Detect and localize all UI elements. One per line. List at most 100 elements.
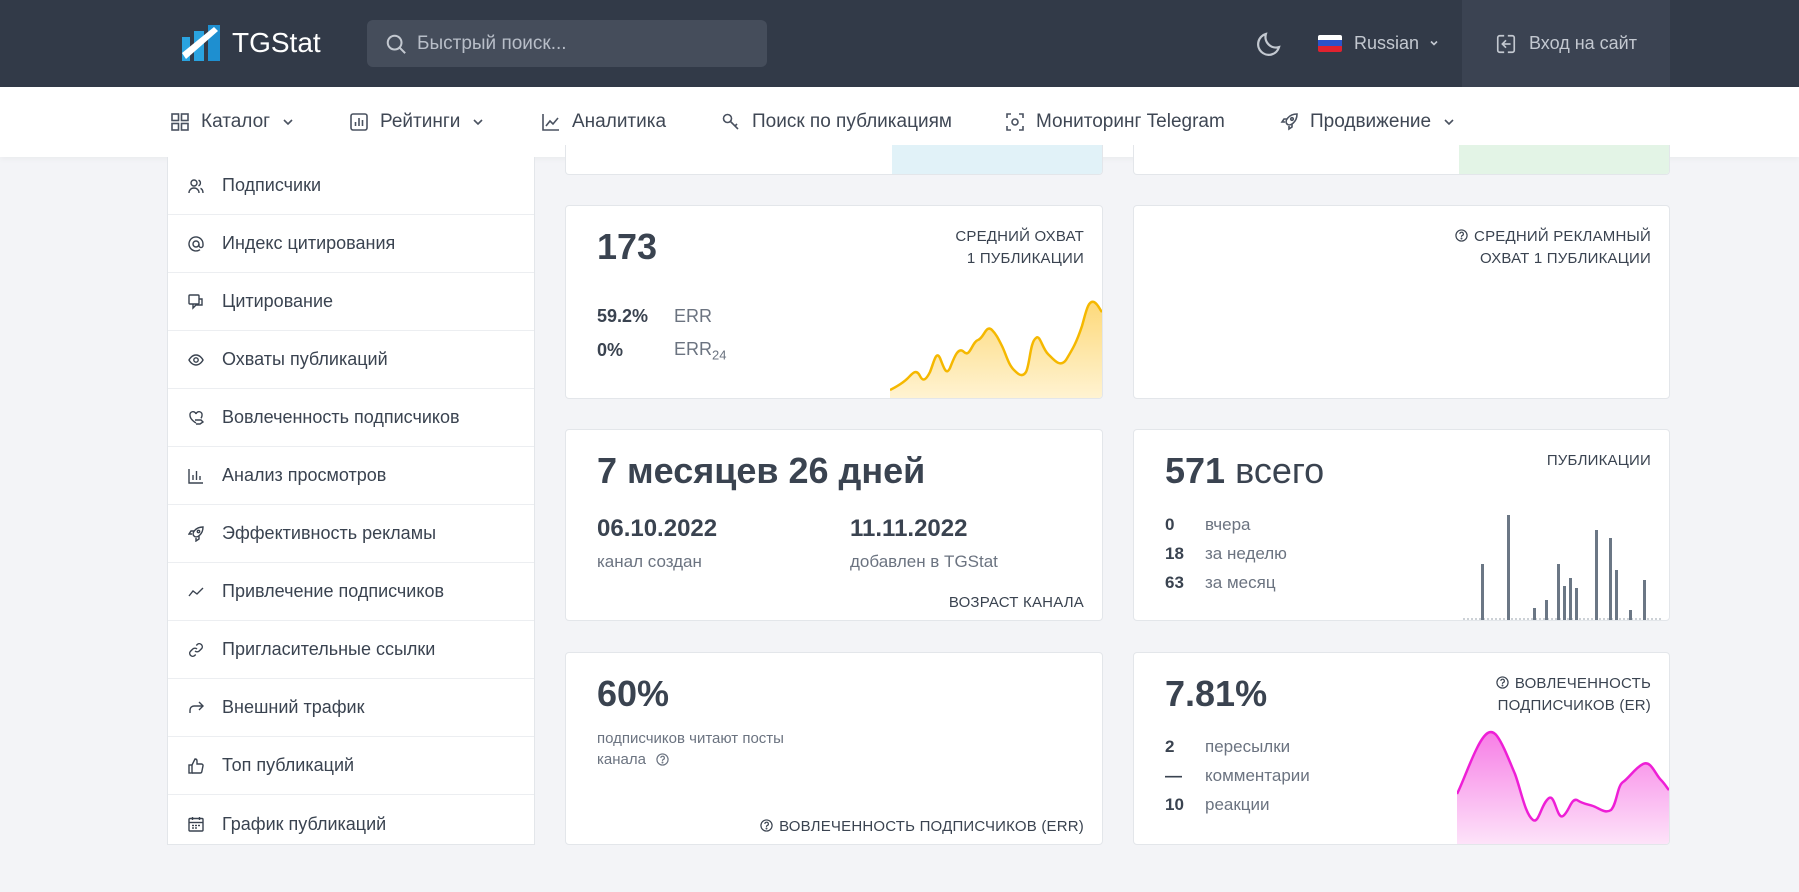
er-caption-line1-row: ВОВЛЕЧЕННОСТЬ bbox=[1496, 673, 1651, 695]
menu-label: Каталог bbox=[201, 111, 271, 132]
sidebar-item-label: Вовлеченность подписчиков bbox=[222, 407, 460, 427]
sidebar-item-subscribers[interactable]: Подписчики bbox=[168, 157, 534, 215]
card-engagement-er: 7.81% ВОВЛЕЧЕННОСТЬ ПОДПИСЧИКОВ (ER) 2 п… bbox=[1133, 652, 1670, 845]
err-value: 59.2% bbox=[597, 306, 649, 326]
moon-icon[interactable] bbox=[1254, 29, 1284, 59]
grid-icon bbox=[171, 113, 189, 131]
chart-fill-partial bbox=[892, 145, 1102, 174]
readers-text: подписчиков читают посты канала bbox=[597, 728, 784, 770]
er-value: 7.81% bbox=[1165, 673, 1268, 714]
login-button[interactable]: Вход на сайт bbox=[1462, 0, 1670, 87]
er-caption-line1: ВОВЛЕЧЕННОСТЬ bbox=[1514, 675, 1651, 692]
card-average-reach: 173 СРЕДНИЙ ОХВАТ 1 ПУБЛИКАЦИИ 59.2% ERR… bbox=[565, 205, 1103, 399]
menu-label: Мониторинг Telegram bbox=[1036, 111, 1225, 132]
added-date: 11.11.2022 bbox=[850, 515, 968, 542]
er-reactions-value: 10 bbox=[1165, 795, 1184, 814]
sidebar-item-post-reach[interactable]: Охваты публикаций bbox=[168, 331, 534, 389]
readers-value: 60% bbox=[597, 673, 670, 714]
brand-name: TGStat bbox=[232, 27, 321, 58]
posts-yesterday-label: вчера bbox=[1205, 515, 1251, 534]
language-selector[interactable]: Russian bbox=[1318, 28, 1439, 58]
er-caption: ВОВЛЕЧЕННОСТЬ ПОДПИСЧИКОВ (ER) bbox=[1496, 673, 1651, 717]
posts-total-word: всего bbox=[1235, 450, 1325, 491]
reach-caption-line1: СРЕДНИЙ ОХВАТ bbox=[955, 228, 1084, 245]
sidebar-item-invite-links[interactable]: Пригласительные ссылки bbox=[168, 621, 534, 679]
chevron-down-icon bbox=[1430, 40, 1438, 46]
reach-caption: СРЕДНИЙ ОХВАТ 1 ПУБЛИКАЦИИ bbox=[955, 226, 1084, 270]
sidebar-item-label: Эффективность рекламы bbox=[222, 523, 437, 543]
er-row-comments: — комментарии bbox=[1165, 766, 1310, 786]
er-row-reactions: 10 реакции bbox=[1165, 795, 1270, 815]
sidebar-item-label: Привлечение подписчиков bbox=[222, 581, 445, 601]
question-circle-icon[interactable] bbox=[1496, 676, 1509, 689]
question-circle-icon[interactable] bbox=[1455, 229, 1468, 242]
share-icon bbox=[189, 701, 204, 713]
sidebar-item-view-analysis[interactable]: Анализ просмотров bbox=[168, 447, 534, 505]
search-icon bbox=[386, 34, 406, 54]
sidebar-item-ad-efficiency[interactable]: Эффективность рекламы bbox=[168, 505, 534, 563]
sidebar-item-post-schedule[interactable]: График публикаций bbox=[168, 795, 534, 853]
chevron-down-icon bbox=[1444, 119, 1454, 126]
menu-label: Рейтинги bbox=[380, 111, 461, 132]
top-navbar: TGStat Russian Вход на сайт bbox=[0, 0, 1799, 87]
reach-sparkline bbox=[890, 300, 1102, 398]
menu-label: Аналитика bbox=[572, 111, 667, 132]
posts-caption: ПУБЛИКАЦИИ bbox=[1546, 452, 1651, 469]
question-circle-icon[interactable] bbox=[656, 753, 669, 766]
er-comments-label: комментарии bbox=[1205, 766, 1310, 785]
menu-catalog[interactable]: Каталог bbox=[171, 87, 294, 157]
menu-ratings[interactable]: Рейтинги bbox=[350, 87, 484, 157]
created-label: канал создан bbox=[597, 552, 702, 571]
menu-label: Поиск по публикациям bbox=[752, 111, 952, 132]
sidebar-item-label: Подписчики bbox=[222, 175, 322, 195]
trend-icon bbox=[188, 587, 204, 596]
heart-hand-icon bbox=[189, 410, 204, 425]
thumb-up-icon bbox=[188, 757, 204, 774]
sidebar-item-citation[interactable]: Цитирование bbox=[168, 273, 534, 331]
ad-reach-caption-line2: ОХВАТ 1 ПУБЛИКАЦИИ bbox=[1480, 250, 1651, 267]
err24-row: 0% ERR24 bbox=[597, 339, 726, 363]
search-input[interactable] bbox=[417, 32, 747, 55]
reach-caption-line2: 1 ПУБЛИКАЦИИ bbox=[966, 250, 1084, 267]
chevron-down-icon bbox=[473, 119, 483, 126]
reach-value: 173 bbox=[597, 226, 658, 267]
posts-week-label: за неделю bbox=[1205, 544, 1287, 563]
rocket-icon bbox=[188, 525, 204, 542]
added-label: добавлен в TGStat bbox=[850, 552, 998, 571]
card-partial-right bbox=[1133, 145, 1670, 175]
posts-month-value: 63 bbox=[1165, 573, 1184, 592]
age-value: 7 месяцев 26 дней bbox=[597, 450, 926, 491]
search-box[interactable] bbox=[367, 20, 767, 67]
readers-caption-row: ВОВЛЕЧЕННОСТЬ ПОДПИСЧИКОВ (ERR) bbox=[760, 816, 1084, 838]
scan-icon bbox=[1006, 113, 1024, 131]
brand-logo[interactable]: TGStat bbox=[180, 22, 321, 64]
chevron-down-icon bbox=[283, 119, 293, 126]
question-circle-icon[interactable] bbox=[760, 819, 773, 832]
ad-reach-caption: СРЕДНИЙ РЕКЛАМНЫЙ ОХВАТ 1 ПУБЛИКАЦИИ bbox=[1455, 226, 1651, 270]
quote-icon bbox=[188, 293, 203, 310]
posts-week-value: 18 bbox=[1165, 544, 1184, 563]
sidebar-item-external-traffic[interactable]: Внешний трафик bbox=[168, 679, 534, 737]
language-label: Russian bbox=[1354, 32, 1420, 53]
sidebar-item-engagement[interactable]: Вовлеченность подписчиков bbox=[168, 389, 534, 447]
bar-chart-icon bbox=[350, 113, 368, 131]
link-icon bbox=[189, 642, 203, 657]
eye-icon bbox=[188, 353, 204, 366]
menu-label: Продвижение bbox=[1310, 111, 1432, 132]
sidebar-item-subscriber-growth[interactable]: Привлечение подписчиков bbox=[168, 563, 534, 621]
er-caption-line2: ПОДПИСЧИКОВ (ER) bbox=[1497, 697, 1651, 714]
err24-value: 0% bbox=[597, 340, 624, 361]
readers-text-line1: подписчиков читают посты bbox=[597, 730, 784, 747]
created-date: 06.10.2022 bbox=[597, 515, 718, 542]
posts-row-week: 18 за неделю bbox=[1165, 544, 1287, 564]
login-icon bbox=[1496, 34, 1516, 53]
line-chart-icon bbox=[542, 114, 559, 131]
sidebar-item-label: Индекс цитирования bbox=[222, 233, 396, 253]
sidebar-item-label: Анализ просмотров bbox=[222, 465, 387, 485]
card-ad-reach: СРЕДНИЙ РЕКЛАМНЫЙ ОХВАТ 1 ПУБЛИКАЦИИ bbox=[1133, 205, 1670, 399]
at-icon bbox=[188, 235, 204, 252]
sidebar-item-top-posts[interactable]: Топ публикаций bbox=[168, 737, 534, 795]
rocket-icon bbox=[1280, 113, 1298, 131]
sidebar-item-citation-index[interactable]: Индекс цитирования bbox=[168, 215, 534, 273]
posts-total: 571 всего bbox=[1165, 450, 1324, 492]
